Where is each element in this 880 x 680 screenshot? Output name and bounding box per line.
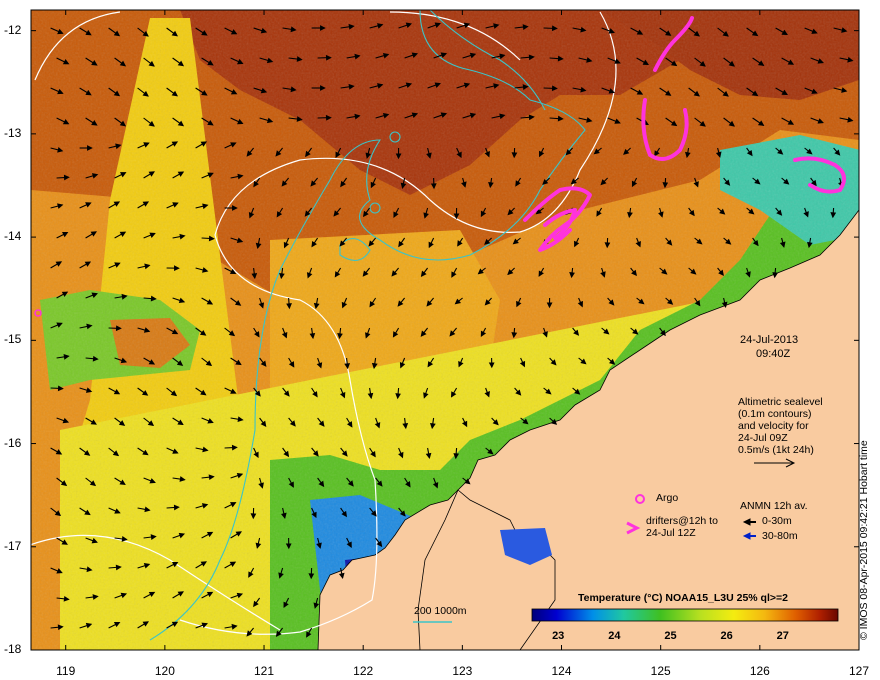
latitude-tick-label: -12 — [4, 22, 22, 37]
colorbar-tick-label: 23 — [552, 630, 565, 642]
anmn-depth-2: 30-80m — [762, 530, 798, 542]
anmn-title: ANMN 12h av. — [740, 500, 808, 512]
altimetry-line-5: 0.5m/s (1kt 24h) — [738, 444, 814, 456]
latitude-tick-label: -15 — [4, 332, 22, 347]
colorbar-tick-label: 26 — [720, 630, 733, 642]
colorbar-title: Temperature (°C) NOAA15_L3U 25% ql>=2 — [578, 592, 788, 604]
longitude-tick-label: 123 — [452, 664, 473, 678]
longitude-tick-label: 119 — [56, 664, 76, 678]
longitude-tick-label: 124 — [551, 664, 572, 678]
colorbar-tick-label: 27 — [776, 630, 789, 642]
latitude-tick-label: -18 — [4, 642, 22, 656]
latitude-tick-label: -13 — [4, 125, 22, 140]
longitude-tick-label: 125 — [650, 664, 671, 678]
longitude-tick-label: 127 — [848, 664, 870, 678]
colorbar-tick-label: 25 — [664, 630, 677, 642]
map-time: 09:40Z — [756, 348, 791, 360]
longitude-tick-label: 122 — [353, 664, 374, 678]
longitude-tick-label: 126 — [749, 664, 770, 678]
drifters-line-2: 24-Jul 12Z — [646, 527, 696, 539]
argo-label: Argo — [656, 492, 679, 504]
colorbar-tick-label: 24 — [608, 630, 621, 642]
longitude-tick-label: 121 — [254, 664, 275, 678]
anmn-depth-1: 0-30m — [762, 515, 792, 527]
map-date: 24-Jul-2013 — [740, 334, 799, 346]
longitude-tick-label: 120 — [154, 664, 175, 678]
map-plot-area — [31, 10, 859, 650]
latitude-tick-label: -16 — [4, 435, 22, 450]
credit-text: © IMOS 08-Apr-2015 09:42:21 Hobart time — [858, 440, 870, 640]
latitude-tick-label: -17 — [4, 538, 22, 553]
latitude-tick-label: -14 — [4, 229, 22, 244]
colorbar — [531, 608, 839, 622]
isobath-legend-label: 200 1000m — [414, 605, 467, 617]
